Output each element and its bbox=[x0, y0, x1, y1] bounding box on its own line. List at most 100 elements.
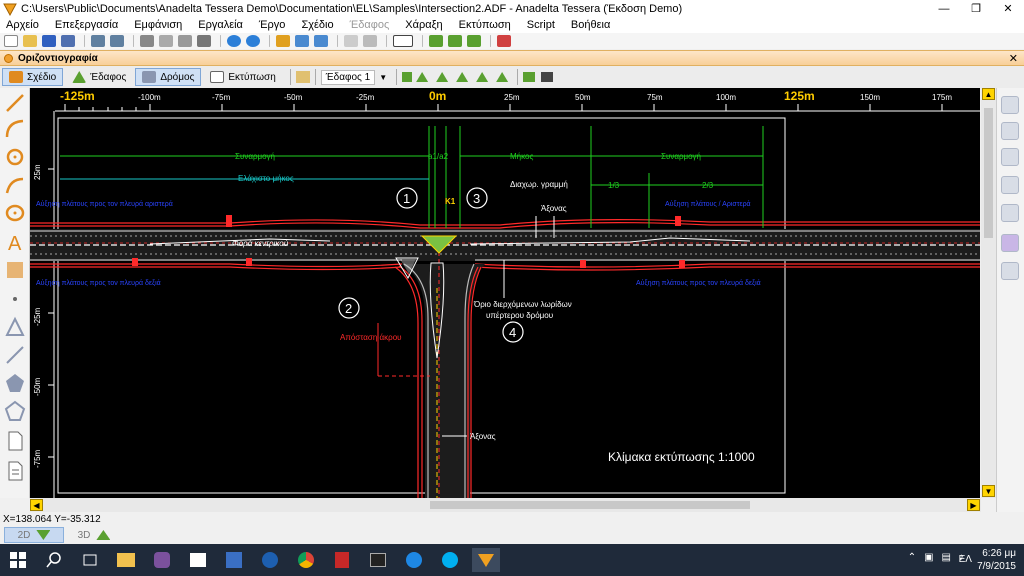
menu-script[interactable]: Script bbox=[527, 19, 555, 31]
menu-project[interactable]: Έργο bbox=[259, 19, 286, 31]
redo-icon[interactable] bbox=[110, 35, 124, 47]
terminal-icon[interactable] bbox=[364, 548, 392, 572]
properties-icon[interactable] bbox=[344, 35, 358, 47]
road-tool-1-icon[interactable] bbox=[1001, 96, 1019, 114]
horizontal-scroll-thumb[interactable] bbox=[430, 501, 750, 509]
minimize-button[interactable]: — bbox=[928, 0, 960, 17]
zoom-window-icon[interactable] bbox=[314, 35, 328, 47]
edge-icon[interactable] bbox=[400, 548, 428, 572]
tab-print[interactable]: Εκτύπωση bbox=[203, 68, 282, 86]
curve-tool-icon[interactable] bbox=[4, 174, 26, 196]
menu-drawing[interactable]: Σχέδιο bbox=[301, 19, 333, 31]
windows-start-icon[interactable] bbox=[4, 548, 32, 572]
copy-icon[interactable] bbox=[159, 35, 173, 47]
layout-dropdown-icon[interactable] bbox=[393, 35, 413, 47]
tray-app-icon[interactable]: ▣ bbox=[924, 552, 933, 563]
tab-2d[interactable]: 2D bbox=[4, 527, 64, 543]
clock[interactable]: 6:26 μμ 7/9/2015 bbox=[977, 547, 1016, 573]
chevron-down-icon[interactable]: ▼ bbox=[379, 73, 387, 82]
terrain-square-icon[interactable] bbox=[402, 72, 413, 82]
menu-print[interactable]: Εκτύπωση bbox=[459, 19, 511, 31]
delete-icon[interactable] bbox=[197, 35, 211, 47]
circle-tool-icon[interactable] bbox=[4, 146, 26, 168]
menu-alignment[interactable]: Χάραξη bbox=[405, 19, 442, 31]
triangle-tool-icon[interactable] bbox=[4, 316, 26, 338]
hatch-tool-icon[interactable] bbox=[4, 259, 26, 281]
save-icon[interactable] bbox=[42, 35, 56, 47]
scroll-left-icon[interactable]: ◀ bbox=[30, 499, 43, 511]
scroll-down-icon[interactable]: ▼ bbox=[982, 485, 995, 497]
tab-3d[interactable]: 3D bbox=[64, 527, 124, 543]
menu-terrain[interactable]: Έδαφος bbox=[350, 19, 390, 31]
polygon-tool-icon[interactable] bbox=[4, 372, 26, 394]
tab-drawing[interactable]: Σχέδιο bbox=[2, 68, 64, 86]
terrain-tool-2-icon[interactable] bbox=[436, 72, 449, 82]
line-tool-icon[interactable] bbox=[4, 92, 26, 114]
maximize-button[interactable]: ❐ bbox=[960, 0, 992, 17]
menu-edit[interactable]: Επεξεργασία bbox=[55, 19, 118, 31]
open-folder-icon[interactable] bbox=[23, 35, 37, 47]
search-icon[interactable] bbox=[40, 548, 68, 572]
zoom-icon[interactable] bbox=[295, 35, 309, 47]
chrome-icon[interactable] bbox=[292, 548, 320, 572]
input-language[interactable]: ΕΛ bbox=[959, 554, 972, 565]
menu-file[interactable]: Αρχείο bbox=[6, 19, 39, 31]
drawing-svg[interactable]: -125m -100m -75m -50m -25m 0m 25m 50m 75… bbox=[30, 88, 980, 498]
store-icon[interactable] bbox=[184, 548, 212, 572]
road-tool-7-icon[interactable] bbox=[1001, 262, 1019, 280]
close-button[interactable]: ✕ bbox=[992, 0, 1024, 17]
anadelta-tessera-taskbar-icon[interactable] bbox=[472, 548, 500, 572]
terrain-tool-3-icon[interactable] bbox=[456, 72, 469, 82]
file-explorer-icon[interactable] bbox=[112, 548, 140, 572]
tab-road[interactable]: Δρόμος bbox=[135, 68, 202, 86]
terrain-tool-1-icon[interactable] bbox=[416, 72, 429, 82]
tab-terrain[interactable]: Έδαφος bbox=[65, 68, 133, 86]
scroll-right-icon[interactable]: ▶ bbox=[967, 499, 980, 511]
pencil-icon[interactable] bbox=[276, 35, 290, 47]
polyline-tool-icon[interactable] bbox=[4, 344, 26, 366]
tools-app-icon[interactable] bbox=[220, 548, 248, 572]
menu-view[interactable]: Εμφάνιση bbox=[134, 19, 182, 31]
binoculars-icon[interactable] bbox=[541, 72, 554, 82]
terrain-tool-5-icon[interactable] bbox=[496, 72, 509, 82]
document-lines-tool-icon[interactable] bbox=[4, 460, 26, 482]
point-tool-icon[interactable] bbox=[4, 288, 26, 310]
horizontal-scrollbar[interactable]: ◀ ▶ bbox=[30, 498, 981, 512]
terrain-tool-4-icon[interactable] bbox=[476, 72, 489, 82]
export-icon[interactable] bbox=[429, 35, 443, 47]
chart-icon[interactable] bbox=[363, 35, 377, 47]
task-view-icon[interactable] bbox=[76, 548, 104, 572]
viber-icon[interactable] bbox=[148, 548, 176, 572]
network-icon[interactable]: ▤ bbox=[942, 552, 951, 563]
road-tool-4-icon[interactable] bbox=[1001, 176, 1019, 194]
skype-icon[interactable] bbox=[436, 548, 464, 572]
tray-expand-icon[interactable]: ⌃ bbox=[908, 552, 916, 563]
pdf-reader-icon[interactable] bbox=[328, 548, 356, 572]
vertical-scroll-thumb[interactable] bbox=[984, 108, 993, 238]
edit-icon[interactable] bbox=[467, 35, 481, 47]
road-tool-6-icon[interactable] bbox=[1001, 234, 1019, 252]
cut-icon[interactable] bbox=[140, 35, 154, 47]
arc-tool-icon[interactable] bbox=[4, 118, 26, 140]
back-icon[interactable] bbox=[227, 35, 241, 47]
menu-tools[interactable]: Εργαλεία bbox=[198, 19, 243, 31]
panel-close-icon[interactable]: ✕ bbox=[1009, 52, 1018, 65]
road-tool-3-icon[interactable] bbox=[1001, 148, 1019, 166]
document-tool-icon[interactable] bbox=[4, 430, 26, 452]
import-icon[interactable] bbox=[448, 35, 462, 47]
save-all-icon[interactable] bbox=[61, 35, 75, 47]
grid-icon[interactable] bbox=[523, 72, 536, 82]
paste-icon[interactable] bbox=[178, 35, 192, 47]
plan-drawing-canvas[interactable]: -125m -100m -75m -50m -25m 0m 25m 50m 75… bbox=[30, 88, 980, 498]
menu-help[interactable]: Βοήθεια bbox=[571, 19, 610, 31]
scroll-up-icon[interactable]: ▲ bbox=[982, 88, 995, 100]
forward-icon[interactable] bbox=[246, 35, 260, 47]
wand-icon[interactable] bbox=[497, 35, 511, 47]
road-tool-5-icon[interactable] bbox=[1001, 204, 1019, 222]
globe-app-icon[interactable] bbox=[256, 548, 284, 572]
layer-select[interactable]: Έδαφος 1 bbox=[320, 69, 376, 85]
undo-icon[interactable] bbox=[91, 35, 105, 47]
new-file-icon[interactable] bbox=[4, 35, 18, 47]
road-tool-2-icon[interactable] bbox=[1001, 122, 1019, 140]
ellipse-tool-icon[interactable] bbox=[4, 202, 26, 224]
